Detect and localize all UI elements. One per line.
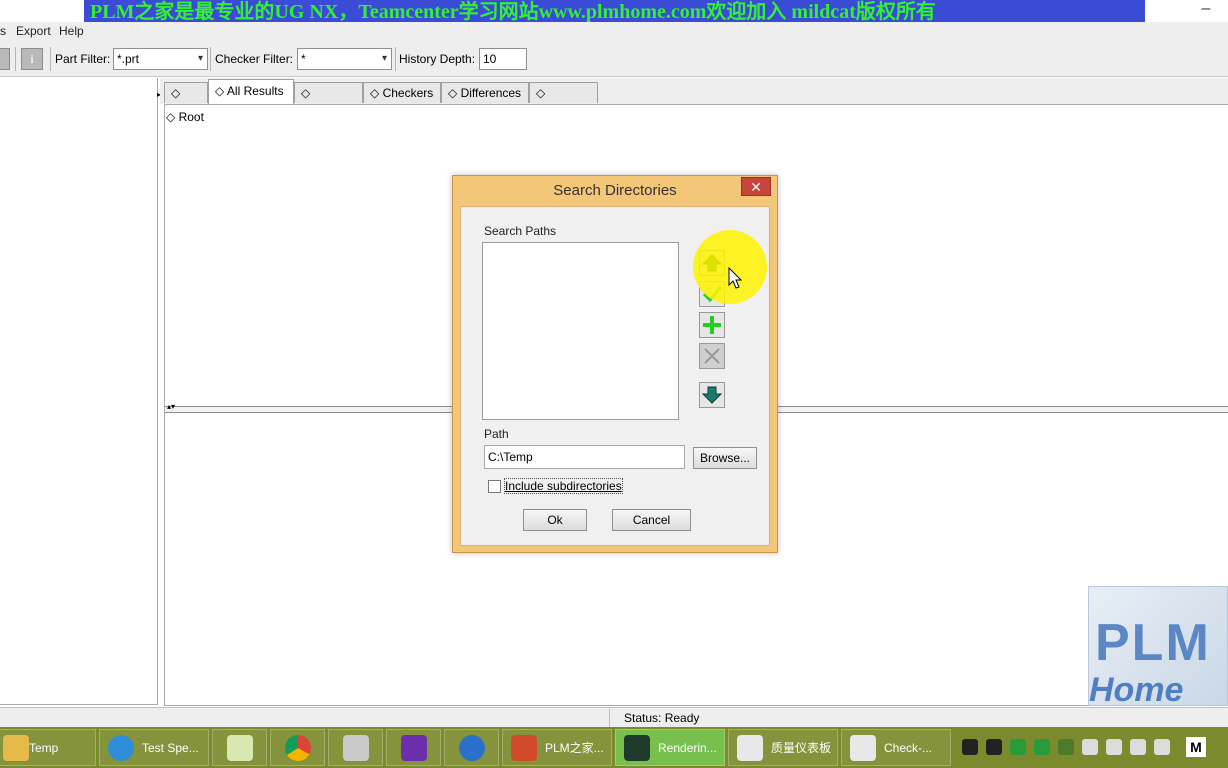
internet-explorer-icon: [108, 735, 134, 761]
info-button[interactable]: i: [21, 48, 43, 70]
taskbar-item-quality-dashboard[interactable]: 质量仪表板: [728, 729, 838, 766]
folder-icon: [3, 735, 29, 761]
chrome-icon: [285, 735, 311, 761]
windows-taskbar: Temp Test Spe... PLM之家... Renderin... 质量…: [0, 727, 1228, 768]
tab-checkers[interactable]: ◇ Checkers: [363, 82, 441, 103]
powerpoint-icon: [511, 735, 537, 761]
nx-checkmate-icon: [850, 735, 876, 761]
taskbar-item-chrome[interactable]: [270, 729, 325, 766]
left-tree-panel[interactable]: [0, 78, 158, 705]
menu-item-export[interactable]: Export: [16, 24, 51, 38]
part-filter-combo[interactable]: *.prt ▾: [113, 48, 208, 70]
search-paths-label: Search Paths: [484, 224, 557, 238]
taskbar-item-chart-app[interactable]: [212, 729, 267, 766]
checker-filter-combo[interactable]: * ▾: [297, 48, 392, 70]
status-text: Status: Ready: [609, 709, 1228, 727]
taskbar-item-label: 质量仪表板: [771, 741, 832, 755]
part-filter-label: Part Filter:: [55, 52, 111, 66]
add-icon: [703, 316, 721, 334]
taskbar-item-temp[interactable]: Temp: [0, 729, 96, 766]
minimize-button[interactable]: –: [1196, 1, 1216, 18]
nvidia-icon[interactable]: [1058, 739, 1074, 755]
taskbar-item-visual-studio[interactable]: [386, 729, 441, 766]
plm-home-logo: PLM Home: [1088, 586, 1228, 706]
taskbar-item-check-mate[interactable]: Check-...: [841, 729, 951, 766]
part-filter-value: *.prt: [117, 52, 140, 66]
logo-line-1: PLM: [1095, 614, 1211, 672]
taskbar-item-ie[interactable]: Test Spe...: [99, 729, 209, 766]
taskbar-item-label: Renderin...: [658, 741, 717, 755]
add-path-button[interactable]: [699, 312, 725, 338]
taskbar-item-label: Temp: [29, 741, 59, 755]
tab-analysis[interactable]: ◇ Analysis: [529, 82, 598, 120]
tab-info[interactable]: ◇ Info: [164, 82, 208, 120]
splitter-arrows-icon[interactable]: ▴▾: [167, 402, 175, 411]
history-depth-value: 10: [483, 52, 497, 66]
taskbar-item-tool[interactable]: [328, 729, 383, 766]
excel-icon[interactable]: [1010, 739, 1026, 755]
dialog-close-button[interactable]: ✕: [741, 177, 771, 196]
toolbar-separator: [15, 47, 16, 71]
chart-app-icon: [227, 735, 253, 761]
checker-filter-value: *: [301, 52, 306, 66]
info-icon: i: [30, 52, 34, 66]
toolbar-separator: [395, 47, 396, 71]
ok-button[interactable]: Ok: [523, 509, 587, 531]
include-subdirectories-checkbox[interactable]: [488, 480, 501, 493]
watermark-banner: PLM之家是最专业的UG NX，Teamcenter学习网站www.plmhom…: [84, 0, 1145, 24]
taskbar-item-label: Test Spe...: [142, 741, 199, 755]
cancel-button[interactable]: Cancel: [612, 509, 691, 531]
chevron-down-icon: ▾: [197, 53, 203, 64]
include-subdirectories-label[interactable]: Include subdirectories: [504, 478, 623, 494]
remove-icon: [704, 348, 720, 364]
excel-icon[interactable]: [1034, 739, 1050, 755]
logo-line-2: Home: [1089, 671, 1184, 706]
chevron-down-icon: ▾: [381, 53, 387, 64]
toolbar-separator: [50, 47, 51, 71]
volume-icon[interactable]: [1130, 739, 1146, 755]
status-bar: Status: Ready: [0, 707, 1228, 728]
visual-studio-icon: [401, 735, 427, 761]
dialog-title: Search Directories: [553, 182, 677, 199]
path-label: Path: [484, 427, 509, 441]
signal-icon[interactable]: [1154, 739, 1170, 755]
menu-bar: s Export Help: [0, 22, 1228, 41]
history-depth-input[interactable]: 10: [479, 48, 527, 70]
tab-differences[interactable]: ◇ Differences: [441, 82, 529, 103]
qq-icon[interactable]: [986, 739, 1002, 755]
nx-checkmate-icon: [737, 735, 763, 761]
input-method-indicator[interactable]: M: [1186, 737, 1206, 757]
tab-all-results[interactable]: ◇ All Results: [208, 79, 294, 104]
tree-root-node[interactable]: ◇ Root: [166, 110, 204, 124]
menu-item-help[interactable]: Help: [59, 24, 84, 38]
remove-path-button[interactable]: [699, 343, 725, 369]
toolbar-separator: [210, 47, 211, 71]
qq-icon[interactable]: [962, 739, 978, 755]
path-input[interactable]: C:\Temp: [484, 445, 685, 469]
tab-failures[interactable]: ◇ Failures: [294, 82, 363, 120]
taskbar-item-globe-app[interactable]: [444, 729, 499, 766]
taskbar-item-nx-rendering[interactable]: Renderin...: [615, 729, 725, 766]
network-device-icon[interactable]: [1106, 739, 1122, 755]
toolbar-button-icon[interactable]: [0, 48, 10, 70]
taskbar-item-label: PLM之家...: [545, 741, 604, 755]
browse-button[interactable]: Browse...: [693, 447, 757, 469]
flag-icon[interactable]: [1082, 739, 1098, 755]
taskbar-item-powerpoint[interactable]: PLM之家...: [502, 729, 612, 766]
move-down-icon: [701, 386, 723, 404]
globe-app-icon: [459, 735, 485, 761]
toolbar: i Part Filter: *.prt ▾ Checker Filter: *…: [0, 41, 1228, 77]
checker-filter-label: Checker Filter:: [215, 52, 294, 66]
results-tab-row: ◇ Info ◇ All Results ◇ Failures ◇ Checke…: [160, 78, 1228, 120]
nx-icon: [624, 735, 650, 761]
taskbar-item-label: Check-...: [884, 741, 933, 755]
mouse-pointer-icon: [728, 267, 743, 289]
move-down-button[interactable]: [699, 382, 725, 408]
search-paths-list[interactable]: [482, 242, 679, 420]
history-depth-label: History Depth:: [399, 52, 476, 66]
tool-icon: [343, 735, 369, 761]
menu-item-tools[interactable]: s: [0, 24, 6, 38]
close-icon: ✕: [750, 179, 762, 195]
